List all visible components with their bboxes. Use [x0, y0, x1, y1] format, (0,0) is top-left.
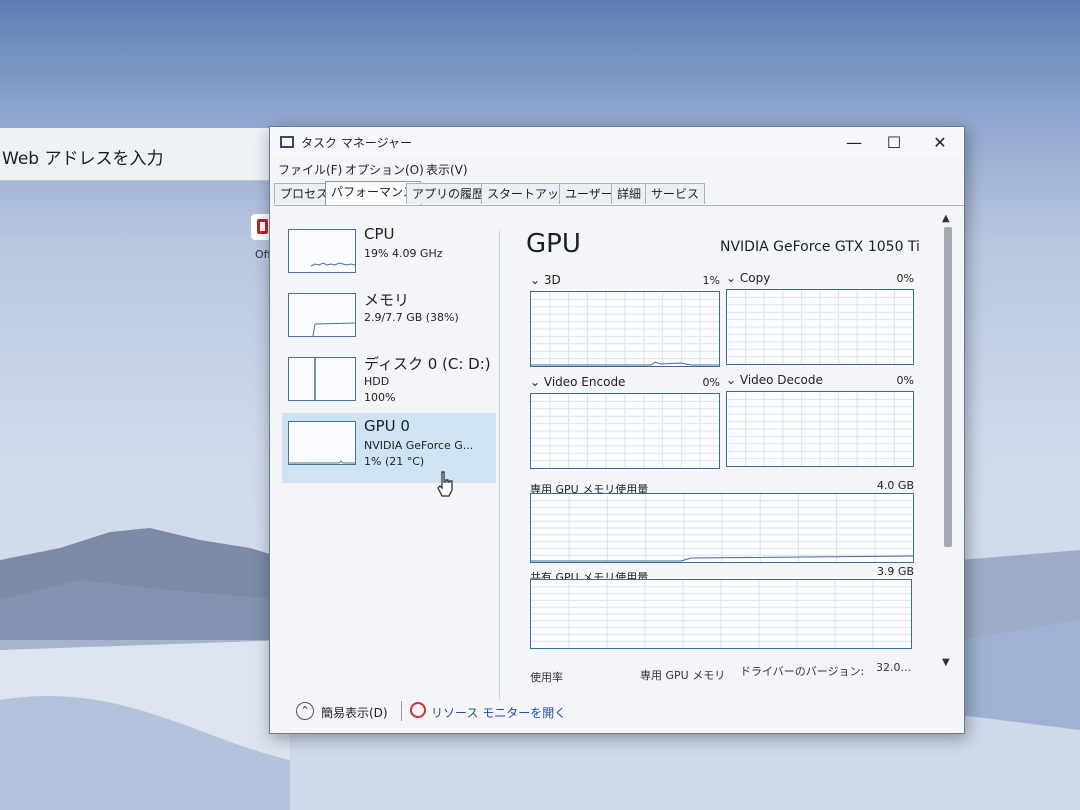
engine-label-text: Copy	[739, 271, 771, 285]
minimize-button[interactable]: —	[834, 131, 874, 155]
menu-options[interactable]: オプション(O)	[345, 161, 424, 178]
resource-name: メモリ	[364, 291, 410, 309]
resource-detail: 2.9/7.7 GB (38%)	[364, 311, 459, 324]
dedicated-memory-graph	[530, 493, 914, 563]
engine-copy-value: 0%	[896, 272, 914, 285]
tab-users[interactable]: ユーザー	[559, 183, 619, 204]
engine-copy-graph	[726, 289, 914, 365]
resource-detail: 19% 4.09 GHz	[364, 247, 443, 260]
graph-grid	[531, 494, 913, 562]
menu-bar: ファイル(F) オプション(O) 表示(V)	[270, 159, 964, 179]
graph-grid	[727, 290, 913, 364]
resource-name: CPU	[364, 225, 395, 243]
scroll-up-icon[interactable]: ▲	[942, 213, 950, 224]
resource-disk[interactable]: ディスク 0 (C: D:) HDD 100%	[282, 349, 496, 419]
engine-video-encode-value: 0%	[702, 376, 720, 389]
open-resource-monitor-link[interactable]: リソース モニターを開く	[431, 704, 566, 721]
gpu-detail-pane: GPU NVIDIA GeForce GTX 1050 Ti ⌄ 3D 1% ⌄…	[520, 223, 930, 703]
memory-mini-graph	[288, 293, 356, 337]
engine-video-encode-label[interactable]: ⌄ Video Encode	[530, 375, 625, 389]
resource-cpu[interactable]: CPU 19% 4.09 GHz	[282, 221, 496, 291]
resource-gpu[interactable]: GPU 0 NVIDIA GeForce G... 1% (21 °C)	[282, 413, 496, 483]
resource-name: ディスク 0 (C: D:)	[364, 355, 491, 373]
stat-driver-version: 32.0...	[876, 661, 911, 674]
cpu-mini-graph	[288, 229, 356, 273]
task-manager-icon	[280, 136, 294, 148]
maximize-button[interactable]: ☐	[874, 131, 914, 155]
resource-detail: 100%	[364, 391, 396, 404]
engine-copy-label[interactable]: ⌄ Copy	[726, 271, 770, 285]
tab-bar: プロセス パフォーマンス アプリの履歴 スタートアップ ユーザー 詳細 サービス	[274, 181, 964, 206]
scroll-down-icon[interactable]: ▼	[942, 657, 950, 668]
pane-divider[interactable]	[499, 231, 500, 699]
resource-list: CPU 19% 4.09 GHz メモリ 2.9/7.7 GB (38%) ディ…	[278, 211, 500, 691]
graph-grid	[531, 580, 911, 648]
stat-dedicated-memory-label: 専用 GPU メモリ	[640, 669, 726, 682]
scroll-thumb[interactable]	[944, 227, 952, 547]
title-bar[interactable]: タスク マネージャー — ☐ ✕	[270, 127, 964, 157]
graph-grid	[727, 392, 913, 466]
menu-view[interactable]: 表示(V)	[426, 161, 468, 178]
resource-detail: NVIDIA GeForce G...	[364, 439, 474, 452]
vertical-scrollbar[interactable]: ▲ ▼	[941, 213, 955, 673]
footer-divider	[401, 701, 402, 721]
shared-memory-graph	[530, 579, 912, 649]
engine-3d-value: 1%	[702, 274, 720, 287]
gpu-title: GPU	[526, 229, 581, 259]
resource-monitor-icon[interactable]	[410, 702, 426, 718]
engine-label-text: 3D	[543, 273, 561, 287]
engine-3d-graph	[530, 291, 720, 367]
graph-grid	[531, 292, 719, 366]
resource-name: GPU 0	[364, 417, 410, 435]
dedicated-memory-max: 4.0 GB	[876, 479, 914, 492]
gpu-model: NVIDIA GeForce GTX 1050 Ti	[720, 239, 920, 255]
tab-details[interactable]: 詳細	[611, 183, 648, 204]
tab-app-history[interactable]: アプリの履歴	[406, 183, 491, 204]
resource-detail: 1% (21 °C)	[364, 455, 425, 468]
simple-view-link[interactable]: 簡易表示(D)	[321, 704, 388, 721]
tab-services[interactable]: サービス	[645, 183, 706, 204]
stat-driver-version-label: ドライバーのバージョン:	[740, 665, 865, 678]
browser-address-bar[interactable]: Web アドレスを入力	[0, 128, 290, 181]
stat-utilization-label: 使用率	[530, 671, 563, 684]
chevron-up-icon[interactable]: ⌃	[296, 702, 314, 720]
disk-mini-graph	[288, 357, 356, 401]
engine-label-text: Video Decode	[739, 373, 823, 387]
task-manager-window: タスク マネージャー — ☐ ✕ ファイル(F) オプション(O) 表示(V) …	[269, 126, 965, 734]
engine-video-decode-value: 0%	[896, 374, 914, 387]
engine-video-encode-graph	[530, 393, 720, 469]
shared-memory-max: 3.9 GB	[876, 565, 914, 578]
engine-3d-label[interactable]: ⌄ 3D	[530, 273, 561, 287]
resource-detail: HDD	[364, 375, 390, 388]
graph-grid	[531, 394, 719, 468]
browser-address-placeholder: Web アドレスを入力	[2, 149, 164, 169]
footer-bar: ⌃ 簡易表示(D) リソース モニターを開く	[270, 693, 964, 733]
mouse-pointer-hand-icon	[437, 471, 453, 497]
gpu-mini-graph	[288, 421, 356, 465]
engine-label-text: Video Encode	[543, 375, 626, 389]
window-title: タスク マネージャー	[301, 136, 412, 150]
menu-file[interactable]: ファイル(F)	[278, 161, 342, 178]
resource-memory[interactable]: メモリ 2.9/7.7 GB (38%)	[282, 285, 496, 355]
engine-video-decode-label[interactable]: ⌄ Video Decode	[726, 373, 823, 387]
close-button[interactable]: ✕	[920, 131, 960, 155]
engine-video-decode-graph	[726, 391, 914, 467]
